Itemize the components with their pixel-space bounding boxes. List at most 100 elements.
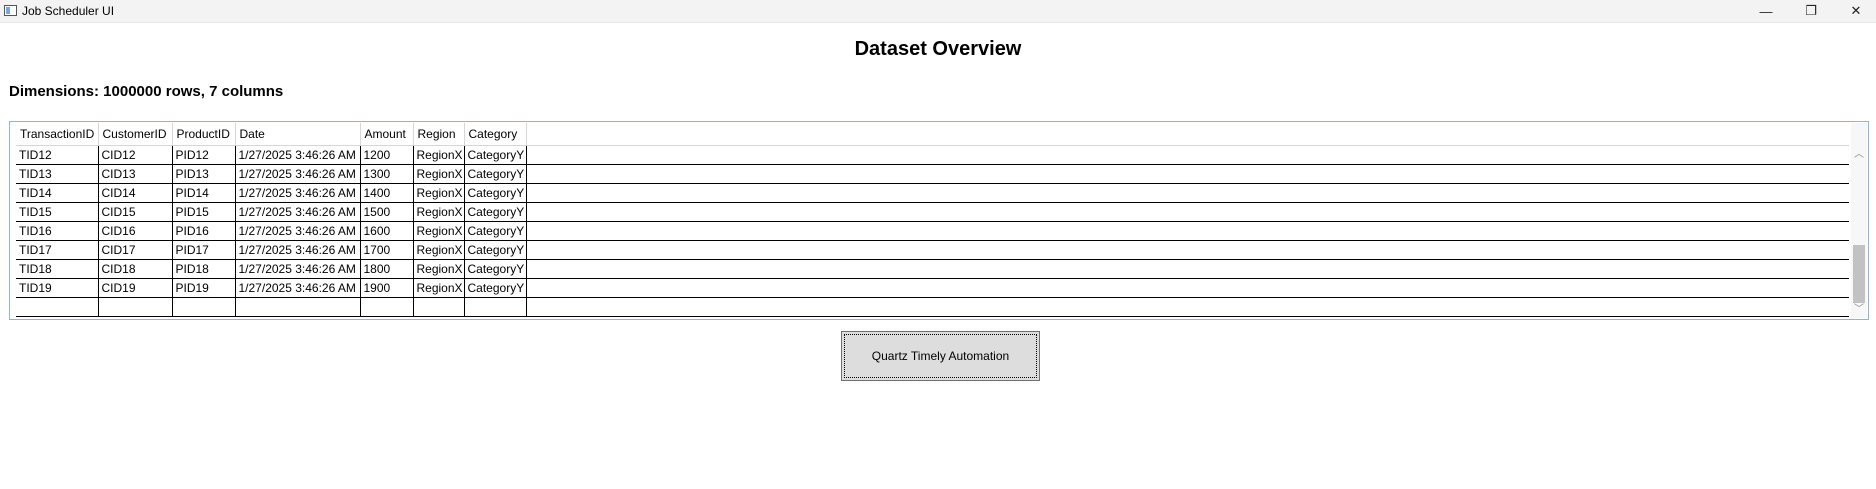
table-cell[interactable]: RegionX (413, 259, 465, 279)
table-cell[interactable]: CategoryY (464, 240, 527, 260)
table-cell[interactable]: RegionX (413, 221, 465, 241)
table-row[interactable]: TID12 CID12 PID12 1/27/2025 3:46:26 AM 1200 R… (16, 145, 1849, 165)
table-cell[interactable]: TID13 (16, 164, 99, 184)
vertical-scrollbar[interactable]: ︿ ﹀ (1851, 123, 1867, 318)
table-row[interactable]: TID17 CID17 PID17 1/27/2025 3:46:26 AM 1700 R… (16, 240, 1849, 260)
table-cell[interactable]: PID18 (172, 259, 236, 279)
table-cell[interactable]: TID18 (16, 259, 99, 279)
table-cell[interactable]: CID18 (98, 259, 173, 279)
table-cell[interactable]: 1/27/2025 3:46:26 AM (235, 240, 361, 260)
table-cell[interactable]: 1/27/2025 3:46:26 AM (235, 164, 361, 184)
restore-button[interactable]: ❐ (1789, 0, 1833, 22)
column-header[interactable]: Region (413, 123, 465, 146)
table-cell[interactable] (235, 297, 361, 317)
table-cell[interactable]: RegionX (413, 278, 465, 298)
table-cell[interactable] (98, 297, 173, 317)
column-header[interactable]: TransactionID (16, 123, 99, 146)
table-cell[interactable]: RegionX (413, 164, 465, 184)
table-cell[interactable]: CategoryY (464, 183, 527, 203)
row-filler (526, 240, 1849, 260)
table-cell[interactable]: TID16 (16, 221, 99, 241)
table-cell[interactable] (464, 297, 527, 317)
table-row[interactable]: TID15 CID15 PID15 1/27/2025 3:46:26 AM 1500 R… (16, 202, 1849, 222)
column-header[interactable]: Category (464, 123, 527, 146)
table-cell[interactable]: TID14 (16, 183, 99, 203)
row-filler (526, 164, 1849, 184)
table-cell[interactable]: CID12 (98, 145, 173, 165)
table-cell[interactable]: TID12 (16, 145, 99, 165)
close-button[interactable]: ✕ (1834, 0, 1876, 22)
table-cell[interactable]: 1/27/2025 3:46:26 AM (235, 145, 361, 165)
table-cell[interactable]: 1800 (360, 259, 414, 279)
table-cell[interactable]: RegionX (413, 183, 465, 203)
table-cell[interactable]: 1300 (360, 164, 414, 184)
table-cell[interactable]: PID12 (172, 145, 236, 165)
table-cell[interactable]: CategoryY (464, 278, 527, 298)
table-cell[interactable]: 1/27/2025 3:46:26 AM (235, 259, 361, 279)
column-header[interactable]: Amount (360, 123, 414, 146)
table-cell[interactable]: RegionX (413, 240, 465, 260)
scroll-thumb[interactable] (1853, 245, 1865, 303)
table-cell[interactable]: TID19 (16, 278, 99, 298)
table-cell[interactable]: PID16 (172, 221, 236, 241)
scroll-down-icon[interactable]: ﹀ (1851, 302, 1867, 318)
column-header[interactable]: ProductID (172, 123, 236, 146)
table-cell[interactable]: PID13 (172, 164, 236, 184)
row-filler (526, 278, 1849, 298)
table-cell[interactable]: PID15 (172, 202, 236, 222)
table-cell[interactable]: 1400 (360, 183, 414, 203)
table-cell[interactable]: CategoryY (464, 164, 527, 184)
table-cell[interactable]: CategoryY (464, 202, 527, 222)
table-cell[interactable]: CategoryY (464, 145, 527, 165)
title-bar: Job Scheduler UI — ❐ ✕ (0, 0, 1876, 23)
quartz-automation-button[interactable]: Quartz Timely Automation (841, 331, 1040, 381)
window-title: Job Scheduler UI (22, 4, 115, 18)
column-header[interactable]: Date (235, 123, 361, 146)
table-cell[interactable]: PID14 (172, 183, 236, 203)
table-cell[interactable]: 1500 (360, 202, 414, 222)
table-cell[interactable]: CID17 (98, 240, 173, 260)
table-cell[interactable]: 1200 (360, 145, 414, 165)
row-filler (526, 145, 1849, 165)
table-cell[interactable]: CID15 (98, 202, 173, 222)
table-cell[interactable] (360, 297, 414, 317)
row-filler (526, 259, 1849, 279)
table-cell[interactable]: 1900 (360, 278, 414, 298)
table-cell[interactable]: CID13 (98, 164, 173, 184)
table-cell[interactable]: 1/27/2025 3:46:26 AM (235, 183, 361, 203)
table-cell[interactable]: CategoryY (464, 221, 527, 241)
table-cell[interactable]: 1/27/2025 3:46:26 AM (235, 202, 361, 222)
column-header[interactable]: CustomerID (98, 123, 173, 146)
table-cell[interactable]: 1700 (360, 240, 414, 260)
header-row: TransactionID CustomerID ProductID Date … (16, 123, 1849, 146)
table-cell[interactable]: CID19 (98, 278, 173, 298)
table-cell[interactable]: CategoryY (464, 259, 527, 279)
table-cell[interactable]: TID15 (16, 202, 99, 222)
row-filler (526, 183, 1849, 203)
table-cell[interactable]: 1/27/2025 3:46:26 AM (235, 278, 361, 298)
table-row[interactable]: TID19 CID19 PID19 1/27/2025 3:46:26 AM 1900 R… (16, 278, 1849, 298)
table-row[interactable]: TID14 CID14 PID14 1/27/2025 3:46:26 AM 1400 R… (16, 183, 1849, 203)
table-cell[interactable]: PID19 (172, 278, 236, 298)
table-row[interactable]: TID13 CID13 PID13 1/27/2025 3:46:26 AM 1300 R… (16, 164, 1849, 184)
data-grid[interactable]: TransactionID CustomerID ProductID Date … (9, 121, 1869, 320)
app-icon (4, 5, 17, 16)
table-cell[interactable]: CID14 (98, 183, 173, 203)
table-cell[interactable] (413, 297, 465, 317)
table-cell[interactable]: 1600 (360, 221, 414, 241)
table-row[interactable]: TID18 CID18 PID18 1/27/2025 3:46:26 AM 1800 R… (16, 259, 1849, 279)
scroll-up-icon[interactable]: ︿ (1851, 147, 1867, 163)
table-cell[interactable]: RegionX (413, 145, 465, 165)
table-cell[interactable] (172, 297, 236, 317)
table-cell[interactable]: PID17 (172, 240, 236, 260)
row-filler (526, 202, 1849, 222)
table-row[interactable]: TID16 CID16 PID16 1/27/2025 3:46:26 AM 1600 R… (16, 221, 1849, 241)
table-cell[interactable]: TID17 (16, 240, 99, 260)
table-cell[interactable]: 1/27/2025 3:46:26 AM (235, 221, 361, 241)
new-row-placeholder[interactable] (16, 297, 1849, 317)
table-cell[interactable]: CID16 (98, 221, 173, 241)
table-cell[interactable]: RegionX (413, 202, 465, 222)
table-cell[interactable] (16, 297, 99, 317)
minimize-button[interactable]: — (1744, 0, 1788, 22)
dataset-dimensions: Dimensions: 1000000 rows, 7 columns (9, 83, 284, 100)
